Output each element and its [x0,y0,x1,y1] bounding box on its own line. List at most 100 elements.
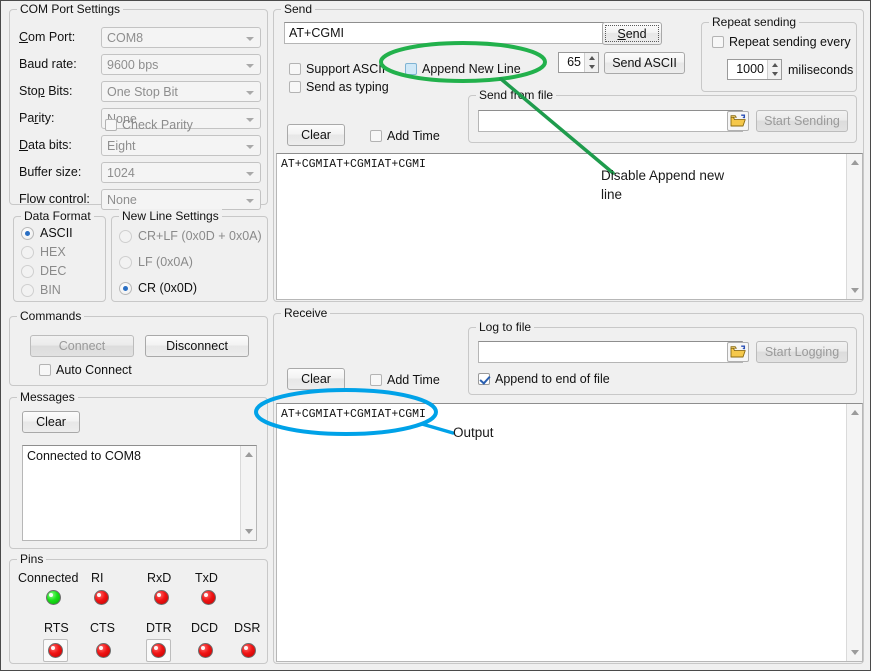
connect-label: Connect [59,339,106,353]
radio-newline-crlf[interactable]: CR+LF (0x0D + 0x0A) [119,229,262,243]
radio-data-format-bin[interactable]: BIN [21,283,61,297]
radio-dot [21,284,34,297]
radio-label: CR (0x0D) [138,281,197,295]
spinner-up-icon[interactable] [589,56,595,60]
pin-label-connected: Connected [18,571,78,585]
chevron-down-icon [246,91,254,95]
messages-clear-button[interactable]: Clear [22,411,80,433]
send-group: Send AT+CGMI Send Support ASCII Append N… [273,9,864,302]
buffer-size-select[interactable]: 1024 [101,162,261,183]
checkbox-box [478,373,490,385]
auto-connect-label: Auto Connect [56,363,132,377]
scroll-up-icon[interactable] [851,410,859,415]
spinner-down-icon[interactable] [772,72,778,76]
messages-log-area[interactable]: Connected to COM8 [22,445,257,541]
chevron-down-icon [246,37,254,41]
receive-output-scrollbar[interactable] [846,404,862,661]
commands-legend: Commands [17,309,84,323]
pin-led-rxd [154,590,169,605]
send-output-area[interactable]: AT+CGMIAT+CGMIAT+CGMI [276,153,863,300]
append-new-line-checkbox[interactable]: Append New Line [405,62,521,76]
radio-newline-lf[interactable]: LF (0x0A) [119,255,193,269]
data-bits-select[interactable]: Eight [101,135,261,156]
data-format-legend: Data Format [21,209,94,223]
send-from-file-browse-button[interactable] [727,111,749,131]
flow-control-value: None [107,193,137,207]
stop-bits-value: One Stop Bit [107,85,178,99]
pin-led-dcd [198,643,213,658]
buffer-size-value: 1024 [107,166,135,180]
scroll-up-icon[interactable] [851,160,859,165]
radio-label: ASCII [40,226,73,240]
send-from-file-input[interactable] [478,110,743,132]
radio-data-format-hex[interactable]: HEX [21,245,66,259]
append-end-of-file-checkbox[interactable]: Append to end of file [478,372,610,386]
receive-group: Receive Clear Add Time Log to file [273,313,864,664]
radio-data-format-ascii[interactable]: ASCII [21,226,73,240]
send-button[interactable]: Send [602,22,662,45]
com-port-label: Com Port: [19,30,75,44]
pins-legend: Pins [17,552,46,566]
log-to-file-input[interactable] [478,341,743,363]
radio-newline-cr[interactable]: CR (0x0D) [119,281,197,295]
append-end-of-file-label: Append to end of file [495,372,610,386]
baud-rate-value: 9600 bps [107,58,158,72]
start-logging-label: Start Logging [765,345,839,359]
stop-bits-label: Stop Bits: [19,84,73,98]
repeat-interval-spinner[interactable]: 1000 [727,59,782,80]
spinner-up-icon[interactable] [772,63,778,67]
pin-label-ri: RI [91,571,104,585]
start-logging-button[interactable]: Start Logging [756,341,848,363]
disconnect-label: Disconnect [166,339,228,353]
send-ascii-label: Send ASCII [612,56,677,70]
spinner-arrows[interactable] [584,53,598,72]
spinner-arrows[interactable] [767,60,781,79]
check-parity-checkbox[interactable]: Check Parity [105,118,193,132]
send-add-time-checkbox[interactable]: Add Time [370,129,440,143]
messages-scrollbar[interactable] [240,446,256,540]
chevron-down-icon [246,64,254,68]
send-as-typing-checkbox[interactable]: Send as typing [289,80,389,94]
receive-output-area[interactable]: AT+CGMIAT+CGMIAT+CGMI [276,403,863,662]
scroll-down-icon[interactable] [851,288,859,293]
checkbox-box [712,36,724,48]
auto-connect-checkbox[interactable]: Auto Connect [39,363,132,377]
start-sending-button[interactable]: Start Sending [756,110,848,132]
folder-open-icon [730,345,746,359]
pin-led-connected [46,590,61,605]
spinner-down-icon[interactable] [589,65,595,69]
com-port-settings-group: COM Port Settings Com Port: COM8 Baud ra… [9,9,268,205]
checkbox-box [370,374,382,386]
repeat-sending-legend: Repeat sending [709,15,799,29]
radio-dot [119,230,132,243]
radio-dot [119,282,132,295]
flow-control-select[interactable]: None [101,189,261,210]
send-command-input[interactable]: AT+CGMI [284,22,604,44]
ascii-code-spinner[interactable]: 65 [558,52,599,73]
support-ascii-checkbox[interactable]: Support ASCII [289,62,385,76]
radio-data-format-dec[interactable]: DEC [21,264,66,278]
scroll-up-icon[interactable] [245,452,253,457]
com-port-select[interactable]: COM8 [101,27,261,48]
send-clear-button[interactable]: Clear [287,124,345,146]
connect-button[interactable]: Connect [30,335,134,357]
repeat-sending-group: Repeat sending Repeat sending every 1000… [701,22,857,92]
send-output-scrollbar[interactable] [846,154,862,299]
ascii-code-value: 65 [559,53,584,72]
pin-label-dcd: DCD [191,621,218,635]
stop-bits-select[interactable]: One Stop Bit [101,81,261,102]
log-to-file-browse-button[interactable] [727,342,749,362]
pin-led-txd [201,590,216,605]
repeat-sending-checkbox[interactable]: Repeat sending every [712,35,851,49]
send-clear-label: Clear [301,128,331,142]
send-legend: Send [281,2,315,16]
receive-clear-button[interactable]: Clear [287,368,345,390]
baud-rate-select[interactable]: 9600 bps [101,54,261,75]
disconnect-button[interactable]: Disconnect [145,335,249,357]
scroll-down-icon[interactable] [851,650,859,655]
scroll-down-icon[interactable] [245,529,253,534]
output-note: Output [453,423,494,442]
receive-add-time-checkbox[interactable]: Add Time [370,373,440,387]
pin-label-dtr: DTR [146,621,172,635]
send-ascii-button[interactable]: Send ASCII [604,52,685,74]
